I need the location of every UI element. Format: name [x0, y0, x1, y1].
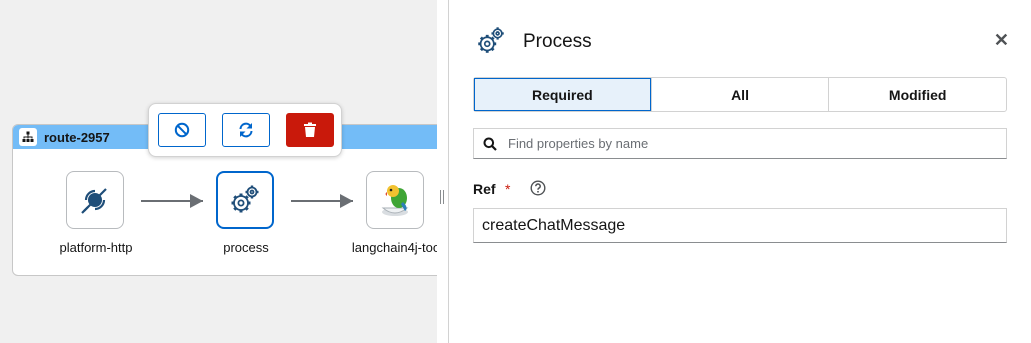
edge-arrow-icon [190, 194, 203, 208]
reload-button[interactable] [222, 113, 270, 147]
search-box [473, 128, 1007, 159]
help-icon[interactable] [530, 180, 546, 196]
ref-field-label: Ref [473, 181, 496, 197]
trash-icon [304, 122, 316, 137]
disable-button[interactable] [158, 113, 206, 147]
canvas-area[interactable]: route-2957 platform-http process langcha… [0, 0, 437, 343]
required-marker: * [505, 181, 511, 197]
property-filter-tabs: Required All Modified [473, 77, 1007, 112]
route-title: route-2957 [44, 129, 110, 145]
sync-icon [239, 122, 253, 138]
tab-required[interactable]: Required [474, 78, 651, 111]
delete-button[interactable] [286, 113, 334, 147]
search-input[interactable] [506, 135, 990, 152]
gears-icon [231, 185, 259, 213]
resize-grip-icon [440, 190, 444, 204]
node-langchain4j[interactable] [366, 171, 424, 229]
node-platform-http[interactable] [66, 171, 124, 229]
properties-panel: Process ✕ Required All Modified Ref * cr… [448, 0, 1031, 343]
panel-resize-handle[interactable] [437, 0, 448, 343]
node-toolbar [148, 103, 342, 157]
close-icon[interactable]: ✕ [994, 31, 1009, 49]
parrot-icon [381, 185, 409, 216]
route-tree-icon [19, 128, 37, 146]
node-label-process: process [223, 240, 269, 255]
search-icon [483, 137, 497, 151]
tab-modified[interactable]: Modified [828, 78, 1006, 111]
panel-title: Process [523, 31, 592, 52]
node-label-platform-http: platform-http [59, 240, 133, 255]
node-label-langchain4j: langchain4j-too [351, 240, 437, 255]
tab-all[interactable]: All [650, 78, 829, 111]
node-process[interactable] [216, 171, 274, 229]
ban-icon [174, 122, 190, 138]
gears-icon [478, 27, 504, 53]
edge-arrow-icon [340, 194, 353, 208]
disconnected-plug-icon [81, 188, 107, 214]
ref-input[interactable]: createChatMessage [473, 208, 1007, 243]
